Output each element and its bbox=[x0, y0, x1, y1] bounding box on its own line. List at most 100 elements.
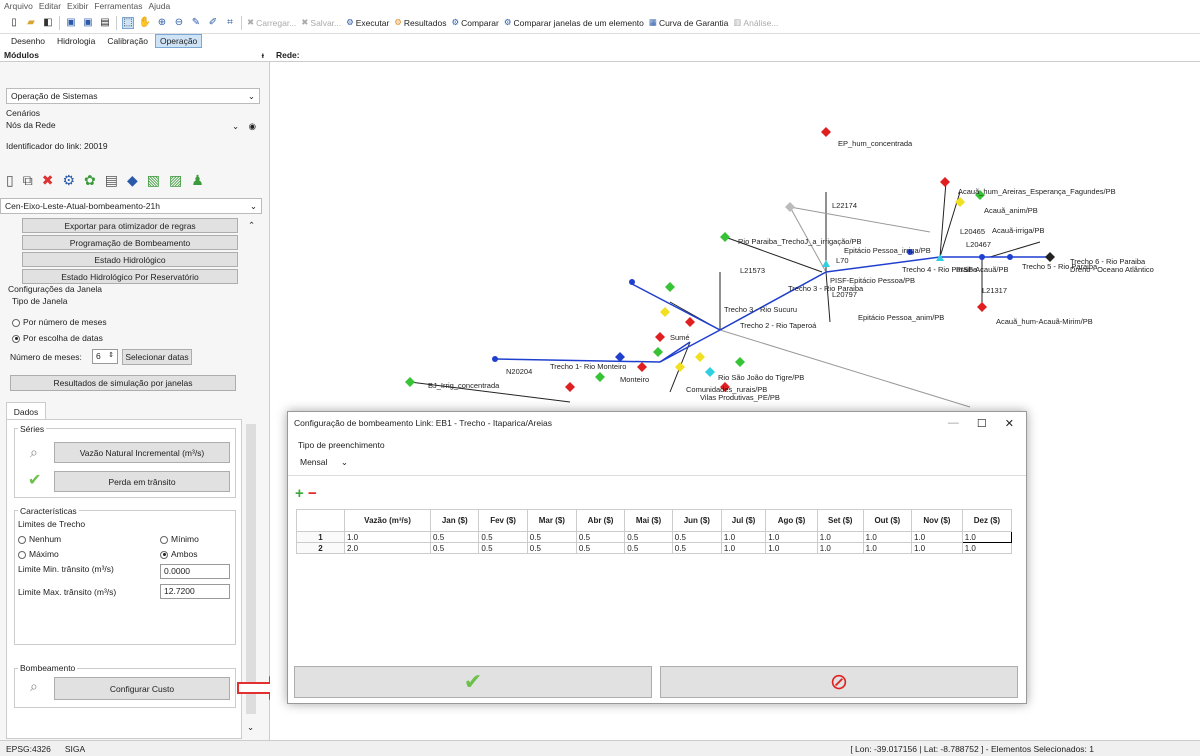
ok-button[interactable]: ✔ bbox=[294, 666, 652, 698]
table-cell[interactable]: 2.0 bbox=[343, 542, 432, 554]
nenhum-radio[interactable]: Nenhum bbox=[18, 534, 61, 544]
spinner-icon[interactable]: ⇕ bbox=[108, 351, 114, 362]
menu-exibir[interactable]: Exibir bbox=[67, 1, 88, 11]
module-select[interactable]: Operação de Sistemas ⌄ bbox=[6, 88, 260, 104]
open-folder-icon[interactable]: ▰ bbox=[25, 17, 37, 29]
maximize-icon[interactable]: ☐ bbox=[977, 417, 987, 430]
carregar-button[interactable]: ✖ Carregar... bbox=[247, 17, 296, 28]
scrollbar-thumb[interactable] bbox=[246, 424, 256, 714]
grid-icon[interactable]: ⌗ bbox=[224, 17, 236, 29]
table-cell[interactable]: 1.0 bbox=[961, 542, 1013, 554]
tab-dados[interactable]: Dados bbox=[6, 402, 46, 420]
table-cell[interactable]: 1.0 bbox=[862, 531, 913, 543]
resultados-button[interactable]: ⚙ Resultados bbox=[394, 17, 446, 28]
cancel-button[interactable]: ⊘ bbox=[660, 666, 1018, 698]
scenario-select[interactable]: Cen-Eixo-Leste-Atual-bombeamento-21h ⌄ bbox=[0, 198, 262, 214]
por-numero-radio[interactable]: Por número de meses bbox=[12, 317, 107, 327]
minimize-icon[interactable]: — bbox=[948, 417, 959, 430]
zoom-out-icon[interactable]: ⊖ bbox=[173, 17, 185, 29]
analise-button[interactable]: ▥ Análise... bbox=[733, 17, 778, 28]
row-header[interactable]: 2 bbox=[296, 542, 345, 554]
limite-max-input[interactable]: 12.7200 bbox=[160, 584, 230, 599]
configurar-custo-button[interactable]: Configurar Custo bbox=[54, 677, 230, 700]
estado-hidrologico-button[interactable]: Estado Hidrológico bbox=[22, 252, 238, 267]
limite-min-input[interactable]: 0.0000 bbox=[160, 564, 230, 579]
map-nodes[interactable] bbox=[405, 127, 1055, 392]
table-cell[interactable]: 0.5 bbox=[671, 542, 722, 554]
menu-ferramentas[interactable]: Ferramentas bbox=[94, 1, 142, 11]
eye-icon[interactable]: ◉ bbox=[249, 121, 256, 132]
magnifier-icon[interactable]: ⌕ bbox=[30, 444, 38, 461]
close-icon[interactable]: ✕ bbox=[1005, 417, 1014, 430]
ruler-icon[interactable]: ✐ bbox=[207, 17, 219, 29]
tab-hidrologia[interactable]: Hidrologia bbox=[52, 34, 100, 48]
table-cell[interactable]: 1.0 bbox=[816, 531, 864, 543]
table-cell[interactable]: 1.0 bbox=[862, 542, 913, 554]
import-icon[interactable]: ◧ bbox=[42, 17, 54, 29]
copy-scenario-icon[interactable]: ⧉ bbox=[23, 172, 33, 189]
table-cell[interactable]: 1.0 bbox=[720, 531, 767, 543]
table-cell[interactable]: 1.0 bbox=[765, 531, 818, 543]
tipo-preenchimento-select[interactable]: Mensal ⌄ bbox=[296, 454, 352, 470]
ambos-radio[interactable]: Ambos bbox=[160, 549, 197, 559]
tab-calibracao[interactable]: Calibração bbox=[102, 34, 153, 48]
salvar-button[interactable]: ✖ Salvar... bbox=[301, 17, 341, 28]
maximo-radio[interactable]: Máximo bbox=[18, 549, 59, 559]
new-file-icon[interactable]: ▯ bbox=[8, 17, 20, 29]
estado-reservatorio-button[interactable]: Estado Hidrológico Por Reservatório bbox=[22, 269, 238, 284]
minimo-radio[interactable]: Mínimo bbox=[160, 534, 199, 544]
select-icon[interactable]: ⬚ bbox=[122, 16, 134, 29]
row-header[interactable]: 1 bbox=[296, 531, 345, 543]
table-cell[interactable]: 0.5 bbox=[671, 531, 722, 543]
pencil-icon[interactable]: ✎ bbox=[190, 17, 202, 29]
table-cell[interactable]: 0.5 bbox=[624, 542, 673, 554]
table-cell[interactable]: 0.5 bbox=[575, 542, 626, 554]
table-cell[interactable]: 1.0 bbox=[720, 542, 767, 554]
run-scenario-icon[interactable]: ✿ bbox=[84, 172, 96, 189]
remove-row-icon[interactable]: − bbox=[308, 485, 317, 502]
table-cell[interactable]: 0.5 bbox=[624, 531, 673, 543]
zoom-in-icon[interactable]: ⊕ bbox=[156, 17, 168, 29]
magnifier-icon[interactable]: ⌕ bbox=[30, 678, 38, 695]
table-cell[interactable]: 1.0 bbox=[816, 542, 864, 554]
add-row-icon[interactable]: + bbox=[295, 485, 304, 502]
table-cell-selected[interactable]: 1.0 bbox=[961, 531, 1013, 543]
table-cell[interactable]: 1.0 bbox=[343, 531, 432, 543]
disk-icon[interactable]: ▤ bbox=[99, 17, 111, 29]
table-cell[interactable]: 1.0 bbox=[765, 542, 818, 554]
tag-icon[interactable]: ◆ bbox=[127, 172, 138, 189]
user-icon[interactable]: ♟ bbox=[191, 172, 204, 189]
settings-icon[interactable]: ⚙ bbox=[62, 172, 75, 189]
pan-hand-icon[interactable]: ✋ bbox=[139, 17, 151, 29]
table-cell[interactable]: 0.5 bbox=[526, 542, 577, 554]
selecionar-datas-button[interactable]: Selecionar datas bbox=[122, 349, 192, 365]
vazao-natural-button[interactable]: Vazão Natural Incremental (m³/s) bbox=[54, 442, 230, 463]
pin-icon[interactable]: ᵼ bbox=[262, 50, 264, 60]
curva-garantia-button[interactable]: ▦ Curva de Garantia bbox=[649, 17, 728, 28]
tab-desenho[interactable]: Desenho bbox=[6, 34, 50, 48]
scroll-up-icon[interactable]: ⌃ bbox=[248, 220, 255, 231]
comparar-button[interactable]: ⚙ Comparar bbox=[451, 17, 498, 28]
menu-arquivo[interactable]: Arquivo bbox=[4, 1, 33, 11]
export-icon[interactable]: ▧ bbox=[147, 172, 160, 189]
executar-button[interactable]: ⚙ Executar bbox=[346, 17, 389, 28]
comparar-janelas-button[interactable]: ⚙ Comparar janelas de um elemento bbox=[504, 17, 644, 28]
numero-meses-stepper[interactable]: 6 ⇕ bbox=[92, 349, 118, 364]
list-icon[interactable]: ▤ bbox=[105, 172, 118, 189]
menu-editar[interactable]: Editar bbox=[39, 1, 61, 11]
por-escolha-radio[interactable]: Por escolha de datas bbox=[12, 333, 103, 343]
table-cell[interactable]: 1.0 bbox=[911, 542, 963, 554]
scroll-down-icon[interactable]: ⌄ bbox=[247, 722, 254, 733]
table-cell[interactable]: 1.0 bbox=[911, 531, 963, 543]
new-scenario-icon[interactable]: ▯ bbox=[6, 172, 14, 189]
save-icon[interactable]: ▣ bbox=[65, 17, 77, 29]
delete-scenario-icon[interactable]: ✖ bbox=[42, 172, 54, 189]
programacao-bombeamento-button[interactable]: Programação de Bombeamento bbox=[22, 235, 238, 250]
resultados-janelas-button[interactable]: Resultados de simulação por janelas bbox=[10, 375, 236, 391]
exportar-otimizador-button[interactable]: Exportar para otimizador de regras bbox=[22, 218, 238, 233]
tab-operacao[interactable]: Operação bbox=[154, 34, 203, 48]
table-cell[interactable]: 0.5 bbox=[478, 542, 528, 554]
menu-ajuda[interactable]: Ajuda bbox=[149, 1, 171, 11]
perda-transito-button[interactable]: Perda em trânsito bbox=[54, 471, 230, 492]
table-cell[interactable]: 0.5 bbox=[478, 531, 528, 543]
